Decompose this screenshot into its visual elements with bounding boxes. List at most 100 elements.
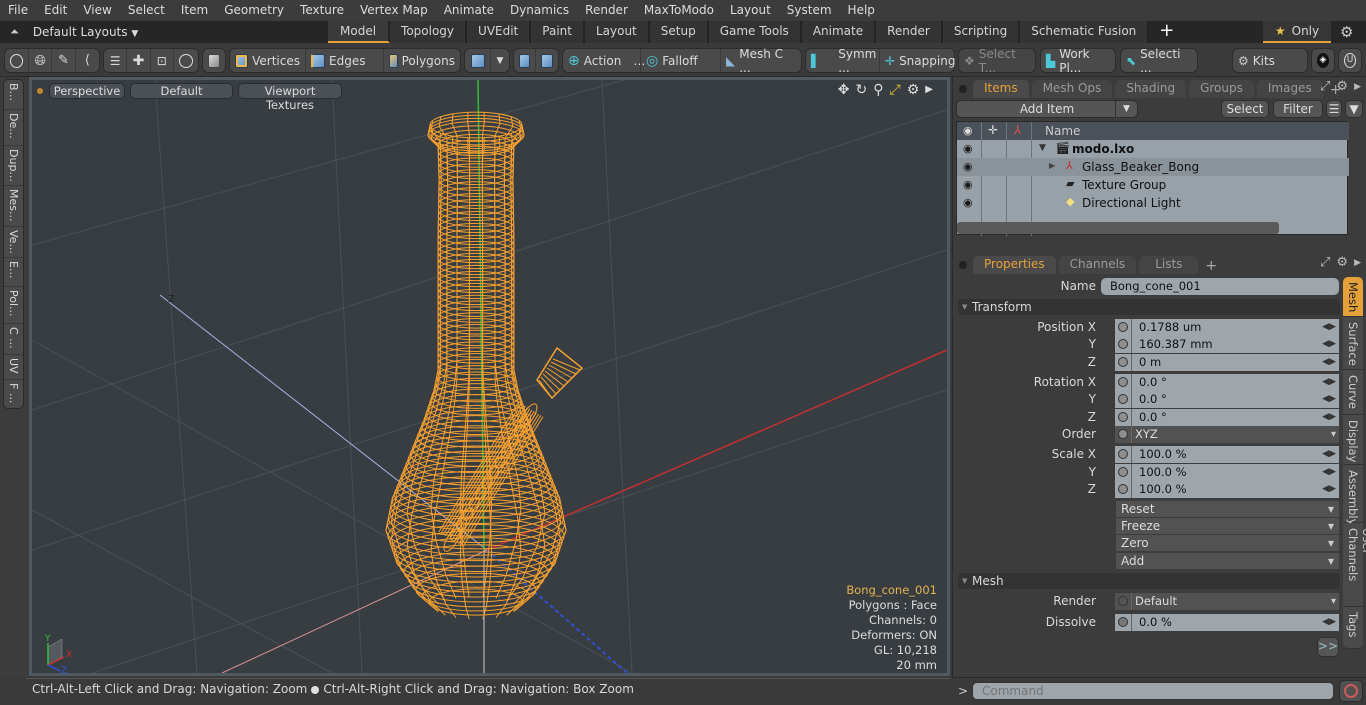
left-tab-f[interactable]: F ... bbox=[4, 380, 23, 408]
left-tab-e[interactable]: E... bbox=[4, 258, 23, 287]
tab-topology[interactable]: Topology bbox=[390, 21, 468, 43]
pen-icon[interactable]: ✎ bbox=[52, 49, 76, 72]
rotation-x-field[interactable]: 0.0 ° ◀▶ bbox=[1115, 374, 1339, 391]
cross-icon[interactable]: ✚ bbox=[127, 49, 151, 72]
eye-icon[interactable]: ◉ bbox=[963, 196, 973, 209]
left-tab-mes[interactable]: Mes... bbox=[4, 186, 23, 227]
tab-uvedit[interactable]: UVEdit bbox=[467, 21, 532, 43]
snapping-button[interactable]: ✛ Snapping bbox=[880, 49, 955, 72]
globe-icon[interactable]: 🌐︎ bbox=[29, 49, 53, 72]
order-dropdown[interactable]: XYZ ▾ bbox=[1115, 426, 1339, 443]
tab-groups[interactable]: Groups bbox=[1189, 80, 1254, 98]
tab-scripting[interactable]: Scripting bbox=[942, 21, 1021, 43]
reset-dropdown[interactable]: Reset bbox=[1116, 501, 1339, 518]
dissolve-field[interactable]: 0.0 % ◀▶ bbox=[1115, 614, 1339, 631]
rotation-z-field[interactable]: 0.0 ° ◀▶ bbox=[1115, 409, 1339, 426]
tab-setup[interactable]: Setup bbox=[649, 21, 709, 43]
menu-edit[interactable]: Edit bbox=[36, 0, 75, 21]
tab-render[interactable]: Render bbox=[876, 21, 943, 43]
filter-button[interactable]: Filter bbox=[1273, 100, 1323, 118]
item-row-mesh-group[interactable]: ◉ ▶ ⅄ Glass_Beaker_Bong bbox=[957, 158, 1349, 176]
zoom-icon[interactable]: ⚲ bbox=[873, 82, 883, 98]
menu-render[interactable]: Render bbox=[577, 0, 636, 21]
collapse-arrow-icon[interactable]: ▼ bbox=[1039, 143, 1046, 153]
scale-y-field[interactable]: 100.0 % ◀▶ bbox=[1115, 464, 1339, 481]
selection-sets-button[interactable]: ⬉ Selecti ... bbox=[1120, 47, 1198, 75]
tab-model[interactable]: Model bbox=[328, 21, 391, 43]
command-input[interactable] bbox=[972, 682, 1334, 700]
add-item-button[interactable]: Add Item ▼ bbox=[956, 100, 1138, 118]
menu-file[interactable]: File bbox=[0, 0, 36, 21]
menu-geometry[interactable]: Geometry bbox=[216, 0, 292, 21]
collapse-up-icon[interactable]: ⏶ bbox=[4, 25, 19, 39]
item-row-texture-group[interactable]: ◉ ▰ Texture Group bbox=[957, 176, 1349, 194]
zero-dropdown[interactable]: Zero bbox=[1116, 535, 1339, 552]
position-z-field[interactable]: 0 m ◀▶ bbox=[1115, 354, 1339, 371]
material-cube-icon[interactable] bbox=[465, 49, 491, 72]
vertices-button[interactable]: Vertices bbox=[230, 49, 306, 72]
freeze-dropdown[interactable]: Freeze bbox=[1116, 518, 1339, 535]
tab-animate[interactable]: Animate bbox=[801, 21, 877, 43]
side-tab-surface[interactable]: Surface bbox=[1343, 317, 1363, 370]
menu-dynamics[interactable]: Dynamics bbox=[502, 0, 577, 21]
menu-system[interactable]: System bbox=[779, 0, 840, 21]
left-tab-ve[interactable]: Ve... bbox=[4, 227, 23, 258]
menu-vertex-map[interactable]: Vertex Map bbox=[352, 0, 436, 21]
expand-icon[interactable]: ⤢ bbox=[1320, 255, 1330, 271]
path-icon[interactable]: ⟨ bbox=[76, 49, 99, 72]
layouts-selector[interactable]: ⏶ Default Layouts ▼ bbox=[4, 21, 138, 43]
tab-properties[interactable]: Properties bbox=[973, 256, 1056, 274]
item-row-light[interactable]: ◉ ◆ Directional Light bbox=[957, 194, 1349, 212]
left-tab-pol[interactable]: Pol... bbox=[4, 287, 23, 324]
side-tab-tags[interactable]: Tags bbox=[1343, 607, 1363, 649]
panel-menu-dot[interactable] bbox=[959, 261, 967, 269]
tab-schematic-fusion[interactable]: Schematic Fusion bbox=[1020, 21, 1150, 43]
eye-icon[interactable]: ◉ bbox=[963, 160, 973, 173]
horizontal-scrollbar[interactable] bbox=[957, 222, 1279, 234]
eye-icon[interactable]: ◉ bbox=[963, 178, 973, 191]
item-mode-button[interactable] bbox=[202, 48, 226, 73]
chevron-right-icon[interactable]: ▶ bbox=[1354, 255, 1361, 271]
symmetry-button[interactable]: ▌ Symm ... bbox=[806, 47, 880, 75]
panel-menu-dot[interactable] bbox=[959, 85, 967, 93]
gear-icon[interactable]: ⚙ bbox=[1336, 255, 1348, 271]
position-x-field[interactable]: 0.1788 um ◀▶ bbox=[1115, 319, 1339, 336]
view-mode-button[interactable]: Perspective bbox=[49, 83, 125, 99]
3d-viewport[interactable]: Z Y X Z Perspective Default Viewport Tex… bbox=[29, 77, 950, 676]
only-toggle[interactable]: ★ Only bbox=[1263, 21, 1331, 43]
transform-section-header[interactable]: Transform bbox=[958, 299, 1340, 315]
tab-paint[interactable]: Paint bbox=[531, 21, 585, 43]
action-button[interactable]: ⊕ Action… bbox=[563, 49, 645, 72]
add-dropdown[interactable]: Add bbox=[1116, 553, 1339, 570]
side-tab-curve[interactable]: Curve bbox=[1343, 370, 1363, 415]
tab-items[interactable]: Items bbox=[973, 80, 1029, 98]
render-dropdown[interactable]: Default ▾ bbox=[1115, 593, 1339, 610]
menu-layout[interactable]: Layout bbox=[722, 0, 779, 21]
kits-button[interactable]: ⚙ Kits bbox=[1232, 48, 1308, 73]
gear-icon[interactable]: ⚙ bbox=[907, 82, 920, 98]
tab-lists[interactable]: Lists bbox=[1139, 256, 1199, 274]
side-tab-mesh[interactable]: Mesh bbox=[1343, 277, 1363, 317]
side-tab-assembly[interactable]: Assembly bbox=[1343, 465, 1363, 525]
tab-game-tools[interactable]: Game Tools bbox=[708, 21, 802, 43]
tab-shading[interactable]: Shading bbox=[1115, 80, 1187, 98]
left-tab-uv[interactable]: UV bbox=[4, 355, 23, 380]
tab-channels[interactable]: Channels bbox=[1058, 256, 1137, 274]
menu-select[interactable]: Select bbox=[120, 0, 173, 21]
shading-mode-button[interactable]: Default bbox=[130, 83, 233, 99]
name-input[interactable]: Bong_cone_001 bbox=[1101, 278, 1339, 295]
align-icon[interactable]: ☰ bbox=[104, 49, 128, 72]
select-through-button[interactable]: ❖ Select T... bbox=[958, 47, 1036, 75]
scale-x-field[interactable]: 100.0 % ◀▶ bbox=[1115, 446, 1339, 463]
menu-view[interactable]: View bbox=[75, 0, 119, 21]
left-tab-b[interactable]: B... bbox=[4, 80, 23, 110]
side-tab-display[interactable]: Display bbox=[1343, 415, 1363, 465]
menu-animate[interactable]: Animate bbox=[436, 0, 502, 21]
expand-arrow-icon[interactable]: ▶ bbox=[1049, 161, 1055, 170]
menu-item[interactable]: Item bbox=[173, 0, 216, 21]
left-tab-c[interactable]: C ... bbox=[4, 324, 23, 355]
polygons-button[interactable]: Polygons bbox=[384, 49, 460, 72]
eye-icon[interactable]: ◉ bbox=[963, 142, 973, 155]
left-tab-de[interactable]: De... bbox=[4, 110, 23, 146]
dial-icon[interactable] bbox=[174, 49, 198, 72]
